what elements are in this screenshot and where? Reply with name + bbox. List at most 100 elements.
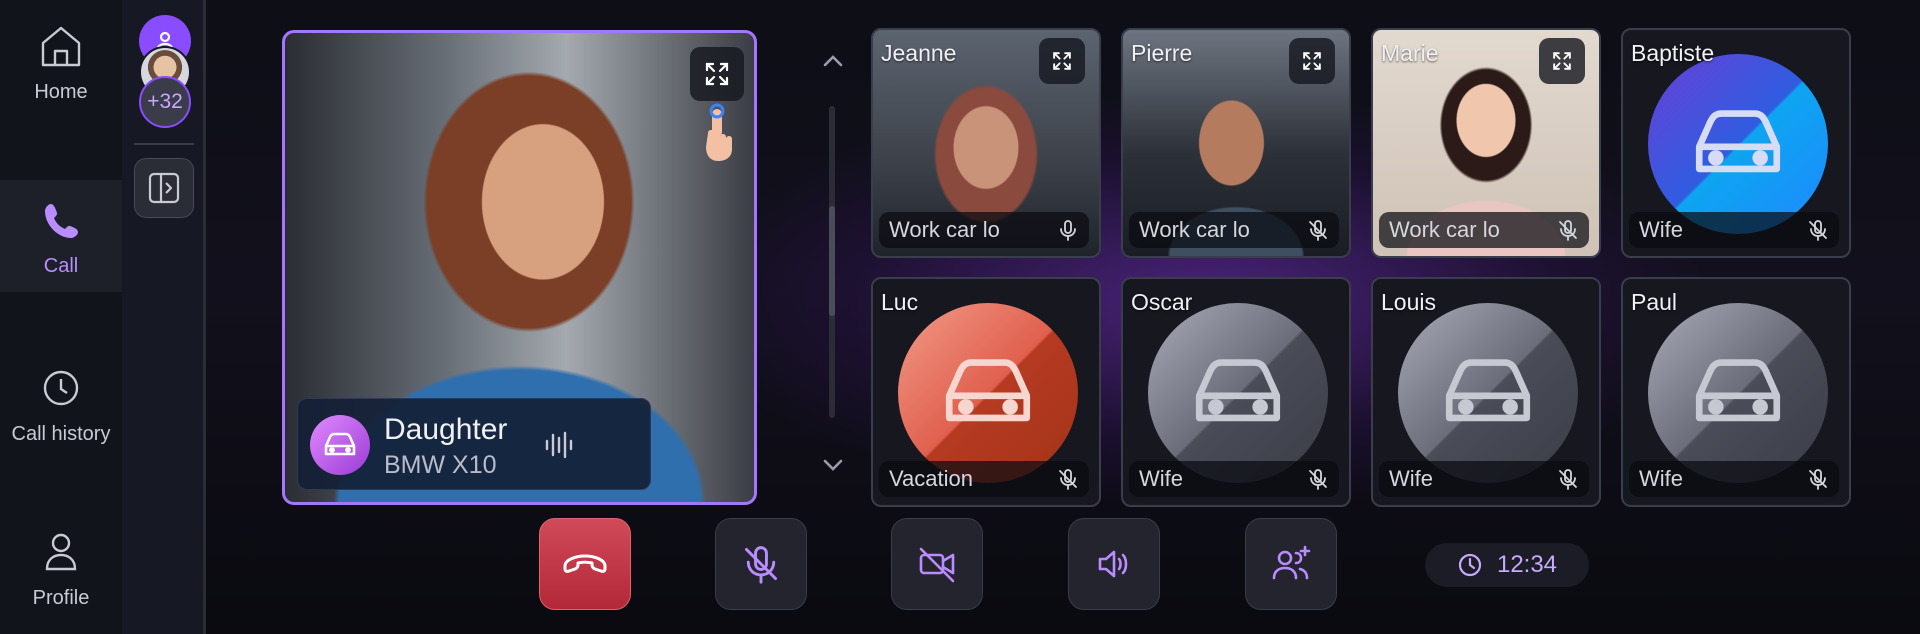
audio-wave-icon — [545, 431, 573, 459]
hang-up-button[interactable] — [539, 518, 631, 610]
participant-status-label: Wife — [1629, 461, 1839, 497]
fullscreen-button[interactable] — [690, 47, 744, 101]
participant-label: Wife — [1389, 466, 1433, 491]
participant-avatar — [898, 303, 1078, 483]
caller-avatar — [310, 415, 370, 475]
nav-label-call: Call — [43, 254, 79, 277]
participant-tile[interactable]: Pierre Work car lo — [1121, 28, 1351, 258]
participant-tile[interactable]: Baptiste Wife — [1621, 28, 1851, 258]
video-off-icon — [919, 547, 955, 583]
main-video-tile[interactable]: Daughter BMW X10 — [282, 30, 757, 505]
mute-button[interactable] — [715, 518, 807, 610]
mic-off-icon — [1559, 469, 1577, 490]
participants-rail: +32 — [122, 0, 206, 634]
hang-up-icon — [563, 554, 607, 573]
fullscreen-button[interactable] — [1539, 38, 1585, 84]
participant-name: Louis — [1381, 289, 1436, 315]
car-icon — [1695, 359, 1781, 422]
mic-off-icon — [745, 546, 777, 584]
participant-label: Vacation — [889, 466, 973, 491]
participant-status-label: Work car lo — [879, 212, 1089, 248]
mic-off-icon — [1059, 469, 1077, 490]
car-icon — [945, 359, 1031, 422]
expand-icon — [1303, 52, 1321, 70]
participant-label: Wife — [1639, 217, 1683, 242]
car-icon — [1695, 110, 1781, 173]
participant-avatar — [1648, 54, 1828, 234]
expand-icon — [1053, 52, 1071, 70]
car-icon — [1195, 359, 1281, 422]
clock-icon — [1458, 553, 1482, 577]
expand-icon — [1553, 52, 1571, 70]
nav-label-call-history: Call history — [11, 422, 111, 445]
scrollbar[interactable] — [829, 106, 835, 418]
fullscreen-button[interactable] — [1289, 38, 1335, 84]
mic-off-icon — [1309, 469, 1327, 490]
participant-label: Work car lo — [1389, 217, 1500, 242]
participant-status-label: Wife — [1379, 461, 1589, 497]
nav-item-call-history[interactable]: Call history — [0, 348, 122, 460]
participant-avatar — [1148, 303, 1328, 483]
participant-label: Work car lo — [1139, 217, 1250, 242]
scrollbar-thumb[interactable] — [829, 206, 835, 316]
participant-avatar — [1398, 303, 1578, 483]
mic-off-icon — [1809, 220, 1827, 241]
participant-name: Luc — [881, 289, 919, 315]
nav-item-profile[interactable]: Profile — [0, 512, 122, 624]
participant-status-label: Vacation — [879, 461, 1089, 497]
participant-label: Wife — [1139, 466, 1183, 491]
participant-status-label: Wife — [1129, 461, 1339, 497]
nav-item-home[interactable]: Home — [0, 6, 122, 118]
fullscreen-button[interactable] — [1039, 38, 1085, 84]
participant-name: Baptiste — [1631, 40, 1715, 66]
expand-panel-button[interactable] — [134, 158, 194, 218]
participant-tile[interactable]: Luc Vacation — [871, 277, 1101, 507]
scroll-up-icon[interactable] — [818, 46, 848, 76]
panel-toggle-icon — [148, 172, 180, 204]
participant-name: Marie — [1381, 40, 1439, 66]
side-nav: Home Call Call history Profile — [0, 0, 122, 634]
hand-pointer-icon — [706, 103, 732, 161]
call-timer: 12:34 — [1425, 543, 1589, 587]
nav-label-home: Home — [34, 80, 88, 103]
participant-tile[interactable]: Louis Wife — [1371, 277, 1601, 507]
mic-off-icon — [1559, 220, 1577, 241]
participant-label: Work car lo — [889, 217, 1000, 242]
participant-status-label: Work car lo — [1129, 212, 1339, 248]
nav-label-profile: Profile — [32, 586, 90, 609]
participant-label: Wife — [1639, 466, 1683, 491]
participant-name: Oscar — [1131, 289, 1193, 315]
car-icon — [324, 432, 356, 456]
expand-icon — [705, 62, 729, 86]
camera-toggle-button[interactable] — [891, 518, 983, 610]
participant-tile[interactable]: Marie Work car lo — [1371, 28, 1601, 258]
participant-status-label: Work car lo — [1379, 212, 1589, 248]
participant-name: Jeanne — [881, 40, 957, 66]
speaker-button[interactable] — [1068, 518, 1160, 610]
participant-name: Pierre — [1131, 40, 1193, 66]
speaker-icon — [1098, 550, 1128, 578]
user-icon — [45, 533, 77, 570]
participant-name: Paul — [1631, 289, 1678, 315]
home-icon — [41, 26, 81, 66]
participant-avatar — [1648, 303, 1828, 483]
caller-vehicle: BMW X10 — [384, 451, 497, 479]
mic-off-icon — [1309, 220, 1327, 241]
divider — [134, 143, 194, 145]
participant-tile[interactable]: Oscar Wife — [1121, 277, 1351, 507]
car-icon — [1445, 359, 1531, 422]
participant-tile[interactable]: Paul Wife — [1621, 277, 1851, 507]
clock-icon — [43, 370, 79, 405]
nav-item-call[interactable]: Call — [0, 180, 122, 292]
participant-tile[interactable]: Jeanne Work car lo — [871, 28, 1101, 258]
more-participants-count[interactable]: +32 — [139, 76, 191, 128]
mic-off-icon — [1809, 469, 1827, 490]
caller-info-card: Daughter BMW X10 — [297, 398, 651, 490]
caller-name: Daughter — [384, 413, 508, 446]
phone-icon — [45, 203, 78, 238]
mic-icon — [1060, 220, 1076, 241]
participant-status-label: Wife — [1629, 212, 1839, 248]
scroll-down-icon[interactable] — [818, 450, 848, 480]
add-user-icon — [1272, 545, 1311, 580]
add-participant-button[interactable] — [1245, 518, 1337, 610]
